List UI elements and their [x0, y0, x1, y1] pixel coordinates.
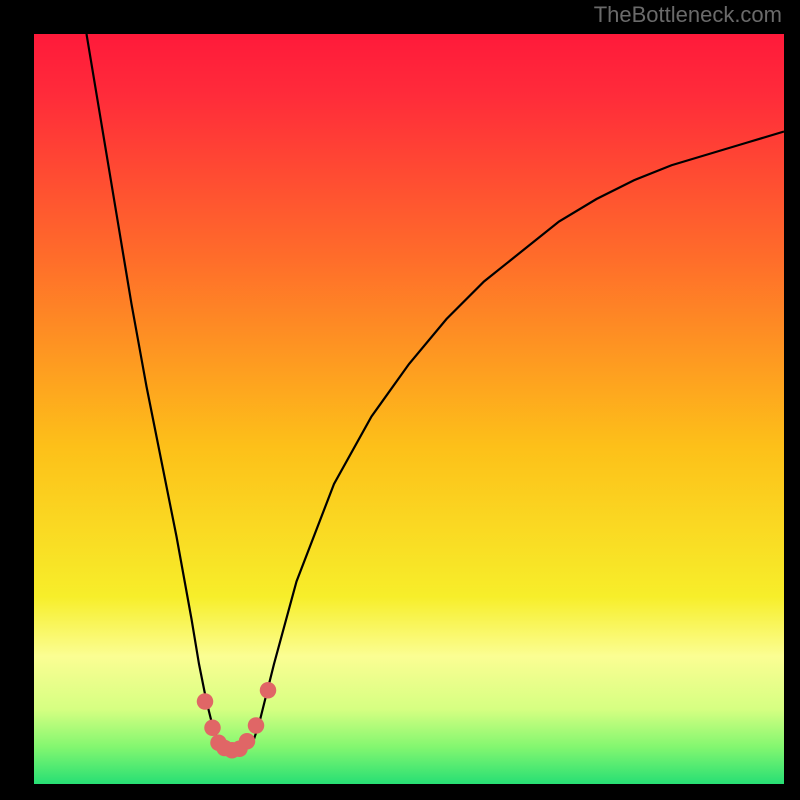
- highlight-point: [197, 693, 214, 710]
- plot-area: [34, 34, 784, 784]
- plot-background: [34, 34, 784, 784]
- highlight-point: [239, 733, 256, 750]
- watermark-text: TheBottleneck.com: [594, 2, 782, 28]
- highlight-point: [204, 720, 221, 737]
- plot-svg: [34, 34, 784, 784]
- highlight-point: [248, 717, 265, 734]
- highlight-point: [260, 682, 277, 699]
